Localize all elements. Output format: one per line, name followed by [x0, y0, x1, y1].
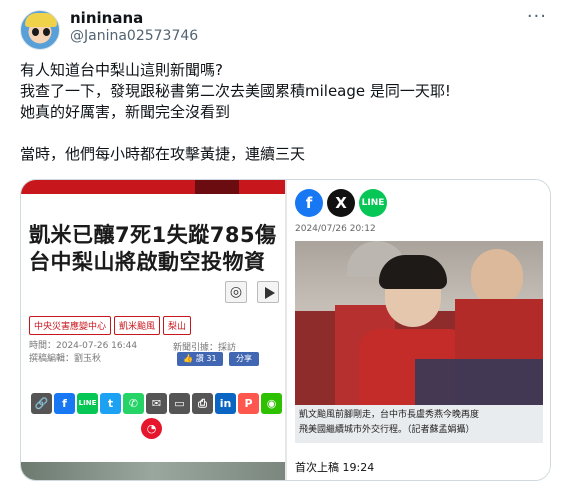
article-meta: 時間：2024-07-26 16:44 撰稿編輯：劉玉秋 [29, 340, 137, 366]
caption-line1: 凱文颱風前腳剛走，台中市長盧秀燕今晚再度 [299, 410, 480, 420]
left-headline-line2: 台中梨山將啟動空投物資 [29, 250, 266, 274]
link-icon: 🔗 [31, 393, 52, 414]
left-bottom-photo-strip [21, 462, 285, 480]
avatar[interactable] [20, 10, 60, 50]
photo-person-center-hair [379, 255, 447, 289]
facebook-icon: f [295, 189, 323, 217]
line-icon: LINE [359, 189, 387, 217]
more-horizontal-icon[interactable]: ··· [527, 6, 547, 27]
avatar-hair [25, 13, 57, 27]
left-headline: 凱米已釀7死1失蹤785傷 台中梨山將啟動空投物資 [29, 222, 277, 276]
rss-icon: ◎ [225, 281, 247, 303]
tweet-line-5: 當時，他們每小時都在攻擊黃捷，連續三天 [20, 145, 306, 163]
tag-item: 中央災害應變中心 [29, 316, 112, 335]
article-editor: 撰稿編輯：劉玉秋 [29, 354, 102, 364]
weibo-icon: ◔ [141, 418, 162, 439]
media-left-image[interactable]: 凱米已釀7死1失蹤785傷 台中梨山將啟動空投物資 ◎ 中央災害應變中心 凱米颱風… [21, 180, 285, 480]
tweet-line-1: 有人知道台中梨山這則新聞嗎? [20, 61, 223, 79]
caption-line2: 飛美國繼續城市外交行程。（記者蘇孟娟攝） [299, 425, 475, 435]
fb-share-button: 分享 [229, 352, 259, 366]
article-time: 時間：2024-07-26 16:44 [29, 341, 138, 351]
facebook-icon: f [54, 393, 75, 414]
share-icons: 🔗 f LINE t ✆ ✉ ▭ ⎙ in P ◉ [31, 393, 284, 414]
posted-time: 首次上稿 19:24 [295, 461, 375, 474]
user-handle[interactable]: @Janina02573746 [70, 28, 198, 44]
article-date: 2024/07/26 20:12 [295, 224, 376, 234]
tweet-text: 有人知道台中梨山這則新聞嗎? 我查了一下，發現跟秘書第二次去美國累積mileag… [20, 60, 550, 165]
avatar-eye-right [43, 28, 50, 36]
tag-list: 中央災害應變中心 凱米颱風 梨山 [29, 314, 194, 335]
tweet-line-3: 她真的好厲害，新聞完全沒看到 [20, 103, 231, 121]
tag-item: 梨山 [163, 316, 192, 335]
media-right-image[interactable]: f X LINE 2024/07/26 20:12 凱文颱風前腳剛走，台中市長盧秀燕… [287, 180, 550, 480]
print-icon: ⎙ [192, 393, 213, 414]
tweet-line-2: 我查了一下，發現跟秘書第二次去美國累積mileage 是同一天耶! [20, 82, 451, 100]
whatsapp-icon: ✆ [123, 393, 144, 414]
site-top-bar [21, 180, 285, 194]
email-icon: ✉ [146, 393, 167, 414]
left-headline-line1: 凱米已釀7死1失蹤785傷 [29, 223, 277, 247]
x-icon: X [327, 189, 355, 217]
linkedin-icon: in [215, 393, 236, 414]
sms-icon: ▭ [169, 393, 190, 414]
social-icons: f X LINE [295, 189, 391, 217]
avatar-eye-left [32, 28, 39, 36]
wechat-icon: ◉ [261, 393, 282, 414]
tag-item: 凱米颱風 [114, 316, 161, 335]
plurk-icon: P [238, 393, 259, 414]
photo-caption: 凱文颱風前腳剛走，台中市長盧秀燕今晚再度 飛美國繼續城市外交行程。（記者蘇孟娟攝… [295, 405, 543, 443]
twitter-icon: t [100, 393, 121, 414]
display-name[interactable]: nininana [70, 9, 143, 27]
news-photo [295, 241, 543, 405]
photo-microphones [415, 359, 543, 405]
play-icon [257, 281, 279, 303]
photo-person-right-face [471, 249, 523, 305]
fb-like-button: 👍 讚 31 [177, 352, 223, 366]
line-icon: LINE [77, 393, 98, 414]
tweet-media[interactable]: 凱米已釀7死1失蹤785傷 台中梨山將啟動空投物資 ◎ 中央災害應變中心 凱米颱風… [20, 179, 551, 481]
site-top-bar-active [195, 180, 239, 194]
